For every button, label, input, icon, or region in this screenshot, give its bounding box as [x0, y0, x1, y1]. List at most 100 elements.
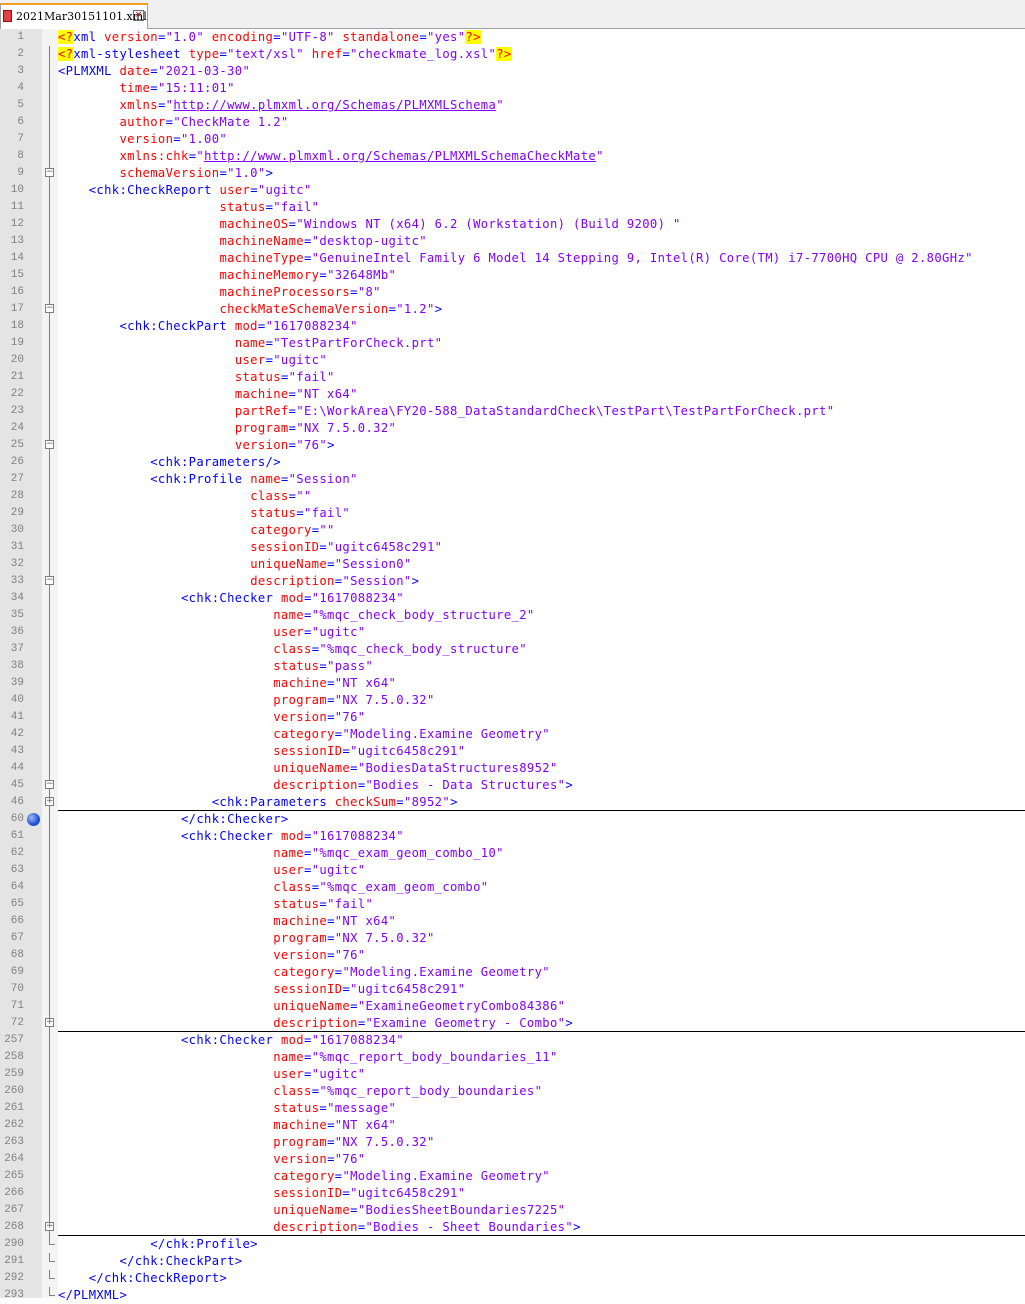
code-line[interactable]: 30 category=""	[0, 522, 1025, 539]
code-editor[interactable]: 1 <?xml version="1.0" encoding="UTF-8" st…	[0, 29, 1025, 1302]
code-line[interactable]: 261 status="message"	[0, 1100, 1025, 1117]
code-line[interactable]: 27 <chk:Profile name="Session"	[0, 471, 1025, 488]
code-text: machine="NT x64"	[273, 676, 397, 690]
code-line[interactable]: 41 version="76"	[0, 709, 1025, 726]
code-line[interactable]: 292 </chk:CheckReport>	[0, 1270, 1025, 1287]
code-line[interactable]: 9 − schemaVersion="1.0">	[0, 165, 1025, 182]
code-line[interactable]: 291 </chk:CheckPart>	[0, 1253, 1025, 1270]
expand-icon[interactable]: +	[45, 1222, 54, 1231]
collapse-icon[interactable]: −	[45, 780, 54, 789]
code-line[interactable]: 35 name="%mqc_check_body_structure_2"	[0, 607, 1025, 624]
code-line[interactable]: 257 <chk:Checker mod="1617088234"	[0, 1032, 1025, 1049]
code-line[interactable]: 33 − description="Session">	[0, 573, 1025, 590]
code-line[interactable]: 69 category="Modeling.Examine Geometry"	[0, 964, 1025, 981]
fold-line	[49, 267, 50, 284]
line-number: 261	[4, 1102, 24, 1114]
code-line[interactable]: 67 program="NX 7.5.0.32"	[0, 930, 1025, 947]
code-line[interactable]: 36 user="ugitc"	[0, 624, 1025, 641]
code-line[interactable]: 23 partRef="E:\WorkArea\FY20-588_DataSta…	[0, 403, 1025, 420]
code-line[interactable]: 19 name="TestPartForCheck.prt"	[0, 335, 1025, 352]
code-line[interactable]: 34 <chk:Checker mod="1617088234"	[0, 590, 1025, 607]
code-line[interactable]: 262 machine="NT x64"	[0, 1117, 1025, 1134]
code-line[interactable]: 60 </chk:Checker>	[0, 811, 1025, 828]
code-line[interactable]: 29 status="fail"	[0, 505, 1025, 522]
code-text: status="fail"	[219, 200, 320, 214]
code-line[interactable]: 63 user="ugitc"	[0, 862, 1025, 879]
code-text: category="Modeling.Examine Geometry"	[273, 1169, 550, 1183]
line-number: 262	[4, 1119, 24, 1131]
code-line[interactable]: 38 status="pass"	[0, 658, 1025, 675]
code-line[interactable]: 44 uniqueName="BodiesDataStructures8952"	[0, 760, 1025, 777]
code-line[interactable]: 265 category="Modeling.Examine Geometry"	[0, 1168, 1025, 1185]
code-text: sessionID="ugitc6458c291"	[273, 1186, 466, 1200]
code-line[interactable]: 68 version="76"	[0, 947, 1025, 964]
code-line[interactable]: 4 time="15:11:01"	[0, 80, 1025, 97]
fold-line	[49, 556, 50, 573]
code-line[interactable]: 267 uniqueName="BodiesSheetBoundaries722…	[0, 1202, 1025, 1219]
code-line[interactable]: 293 </PLMXML>	[0, 1287, 1025, 1304]
code-line[interactable]: 31 sessionID="ugitc6458c291"	[0, 539, 1025, 556]
code-line[interactable]: 20 user="ugitc"	[0, 352, 1025, 369]
code-line[interactable]: 1 <?xml version="1.0" encoding="UTF-8" st…	[0, 29, 1025, 46]
code-line[interactable]: 266 sessionID="ugitc6458c291"	[0, 1185, 1025, 1202]
collapse-icon[interactable]: −	[45, 576, 54, 585]
code-line[interactable]: 64 class="%mqc_exam_geom_combo"	[0, 879, 1025, 896]
code-line[interactable]: 28 class=""	[0, 488, 1025, 505]
code-line[interactable]: 5 xmlns="http://www.plmxml.org/Schemas/P…	[0, 97, 1025, 114]
code-text: status="fail"	[250, 506, 351, 520]
code-line[interactable]: 42 category="Modeling.Examine Geometry"	[0, 726, 1025, 743]
code-line[interactable]: 40 program="NX 7.5.0.32"	[0, 692, 1025, 709]
code-line[interactable]: 70 sessionID="ugitc6458c291"	[0, 981, 1025, 998]
code-line[interactable]: 66 machine="NT x64"	[0, 913, 1025, 930]
line-number: 32	[10, 558, 24, 570]
code-line[interactable]: 62 name="%mqc_exam_geom_combo_10"	[0, 845, 1025, 862]
code-line[interactable]: 15 machineMemory="32648Mb"	[0, 267, 1025, 284]
code-line[interactable]: 16 machineProcessors="8"	[0, 284, 1025, 301]
fold-line	[49, 828, 50, 845]
collapse-icon[interactable]: −	[45, 168, 54, 177]
code-line[interactable]: 264 version="76"	[0, 1151, 1025, 1168]
code-line[interactable]: 37 class="%mqc_check_body_structure"	[0, 641, 1025, 658]
collapse-icon[interactable]: −	[45, 304, 54, 313]
code-line[interactable]: 6 author="CheckMate 1.2"	[0, 114, 1025, 131]
code-line[interactable]: 8 xmlns:chk="http://www.plmxml.org/Schem…	[0, 148, 1025, 165]
code-line[interactable]: 18 <chk:CheckPart mod="1617088234"	[0, 318, 1025, 335]
code-line[interactable]: 24 program="NX 7.5.0.32"	[0, 420, 1025, 437]
code-line[interactable]: 45 − description="Bodies - Data Structure…	[0, 777, 1025, 794]
code-line[interactable]: 11 status="fail"	[0, 199, 1025, 216]
code-line[interactable]: 43 sessionID="ugitc6458c291"	[0, 743, 1025, 760]
close-tab-icon[interactable]: ×	[133, 10, 144, 21]
code-line[interactable]: 32 uniqueName="Session0"	[0, 556, 1025, 573]
code-line[interactable]: 22 machine="NT x64"	[0, 386, 1025, 403]
collapse-icon[interactable]: −	[45, 440, 54, 449]
code-line[interactable]: 13 machineName="desktop-ugitc"	[0, 233, 1025, 250]
code-line[interactable]: 2 <?xml-stylesheet type="text/xsl" href="…	[0, 46, 1025, 63]
bookmark-icon[interactable]	[27, 813, 40, 826]
code-line[interactable]: 12 machineOS="Windows NT (x64) 6.2 (Work…	[0, 216, 1025, 233]
code-line[interactable]: 21 status="fail"	[0, 369, 1025, 386]
code-line[interactable]: 260 class="%mqc_report_body_boundaries"	[0, 1083, 1025, 1100]
code-line[interactable]: 7 version="1.00"	[0, 131, 1025, 148]
code-line[interactable]: 17 − checkMateSchemaVersion="1.2">	[0, 301, 1025, 318]
code-line[interactable]: 14 machineType="GenuineIntel Family 6 Mo…	[0, 250, 1025, 267]
code-line[interactable]: 3 <PLMXML date="2021-03-30"	[0, 63, 1025, 80]
expand-icon[interactable]: +	[45, 1018, 54, 1027]
code-line[interactable]: 26 <chk:Parameters/>	[0, 454, 1025, 471]
expand-icon[interactable]: +	[45, 797, 54, 806]
file-tab[interactable]: 2021Mar30151101.xml ×	[0, 3, 148, 29]
code-line[interactable]: 268 + description="Bodies - Sheet Boundar…	[0, 1219, 1025, 1236]
code-line[interactable]: 65 status="fail"	[0, 896, 1025, 913]
code-line[interactable]: 72 + description="Examine Geometry - Comb…	[0, 1015, 1025, 1032]
code-line[interactable]: 258 name="%mqc_report_body_boundaries_11…	[0, 1049, 1025, 1066]
fold-line	[49, 352, 50, 369]
code-line[interactable]: 61 <chk:Checker mod="1617088234"	[0, 828, 1025, 845]
code-line[interactable]: 290 </chk:Profile>	[0, 1236, 1025, 1253]
code-line[interactable]: 71 uniqueName="ExamineGeometryCombo84386…	[0, 998, 1025, 1015]
code-line[interactable]: 46 + <chk:Parameters checkSum="8952">	[0, 794, 1025, 811]
code-line[interactable]: 25 − version="76">	[0, 437, 1025, 454]
code-text: category="Modeling.Examine Geometry"	[273, 727, 550, 741]
code-line[interactable]: 10 <chk:CheckReport user="ugitc"	[0, 182, 1025, 199]
code-line[interactable]: 39 machine="NT x64"	[0, 675, 1025, 692]
code-line[interactable]: 263 program="NX 7.5.0.32"	[0, 1134, 1025, 1151]
code-line[interactable]: 259 user="ugitc"	[0, 1066, 1025, 1083]
